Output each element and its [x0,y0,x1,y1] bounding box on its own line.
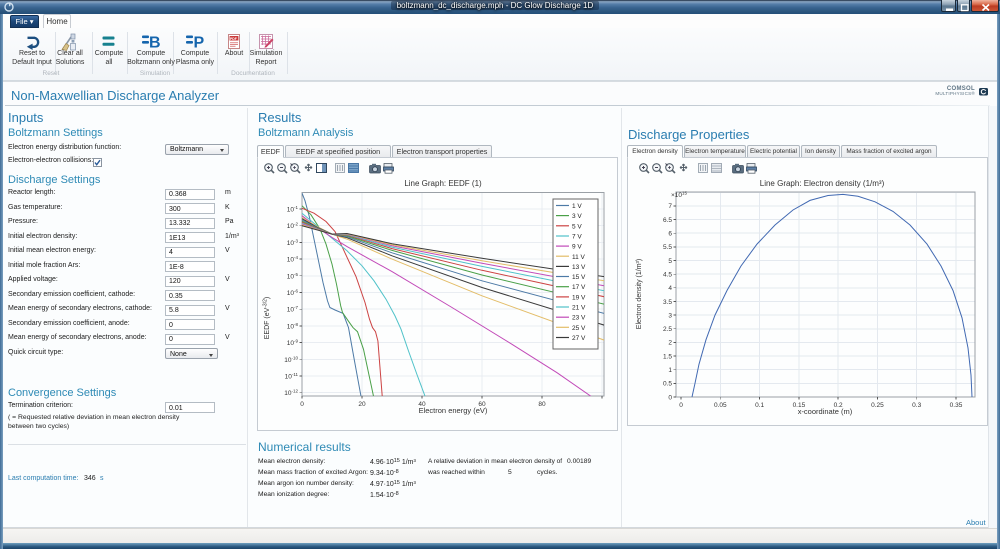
svg-text:21 V: 21 V [572,305,586,312]
svg-text:80: 80 [538,401,546,408]
svg-text:7: 7 [668,203,672,210]
svg-text:0: 0 [300,401,304,408]
svg-text:4.5: 4.5 [663,271,672,278]
svg-text:10-9: 10-9 [287,339,299,348]
svg-text:Electron density (1/m³): Electron density (1/m³) [636,259,643,329]
svg-text:6.5: 6.5 [663,217,672,224]
svg-text:4: 4 [668,285,672,292]
svg-text:6: 6 [668,231,672,238]
svg-text:10-4: 10-4 [287,255,299,264]
svg-text:10-2: 10-2 [287,222,299,231]
svg-text:Electron energy (eV): Electron energy (eV) [419,406,488,415]
svg-text:23 V: 23 V [572,315,586,322]
svg-text:11 V: 11 V [572,254,586,261]
svg-text:0.35: 0.35 [950,402,963,409]
svg-text:10-10: 10-10 [284,355,298,364]
svg-text:15 V: 15 V [572,274,586,281]
svg-text:3 V: 3 V [572,213,582,220]
svg-text:0.5: 0.5 [663,381,672,388]
svg-text:19 V: 19 V [572,294,586,301]
svg-text:3.5: 3.5 [663,299,672,306]
svg-text:20: 20 [358,401,366,408]
svg-text:0.3: 0.3 [912,402,921,409]
svg-text:Line Graph: Electron density (: Line Graph: Electron density (1/m³) [760,179,885,188]
svg-text:0.25: 0.25 [871,402,884,409]
svg-text:13 V: 13 V [572,264,586,271]
svg-text:3: 3 [668,312,672,319]
svg-text:10-3: 10-3 [287,238,299,247]
svg-text:10-12: 10-12 [284,389,298,398]
svg-text:5: 5 [668,258,672,265]
svg-text:10-6: 10-6 [287,289,299,298]
svg-text:0: 0 [679,402,683,409]
svg-text:7 V: 7 V [572,234,582,241]
svg-text:10-1: 10-1 [287,205,299,214]
svg-text:x-coordinate (m): x-coordinate (m) [798,407,853,416]
svg-text:0.1: 0.1 [755,402,764,409]
svg-text:0.05: 0.05 [714,402,727,409]
svg-text:2.5: 2.5 [663,326,672,333]
svg-text:B: B [149,35,161,51]
svg-text:1 V: 1 V [572,203,582,210]
svg-text:2: 2 [668,340,672,347]
svg-text:10-8: 10-8 [287,322,299,331]
svg-text:1: 1 [668,367,672,374]
svg-text:EEDF (eV-3/2): EEDF (eV-3/2) [263,297,272,339]
svg-text:Line Graph: EEDF (1): Line Graph: EEDF (1) [404,179,482,188]
svg-text:10-11: 10-11 [285,372,299,381]
svg-text:1.5: 1.5 [663,353,672,360]
svg-text:10-7: 10-7 [287,305,299,314]
svg-text:17 V: 17 V [572,284,586,291]
svg-text:10-5: 10-5 [287,272,299,281]
svg-text:0: 0 [668,394,672,401]
svg-text:5.5: 5.5 [663,244,672,251]
svg-text:25 V: 25 V [572,325,586,332]
svg-text:27 V: 27 V [572,335,586,342]
svg-text:9 V: 9 V [572,244,582,251]
svg-text:×1015: ×1015 [671,191,688,200]
svg-text:5 V: 5 V [572,223,582,230]
